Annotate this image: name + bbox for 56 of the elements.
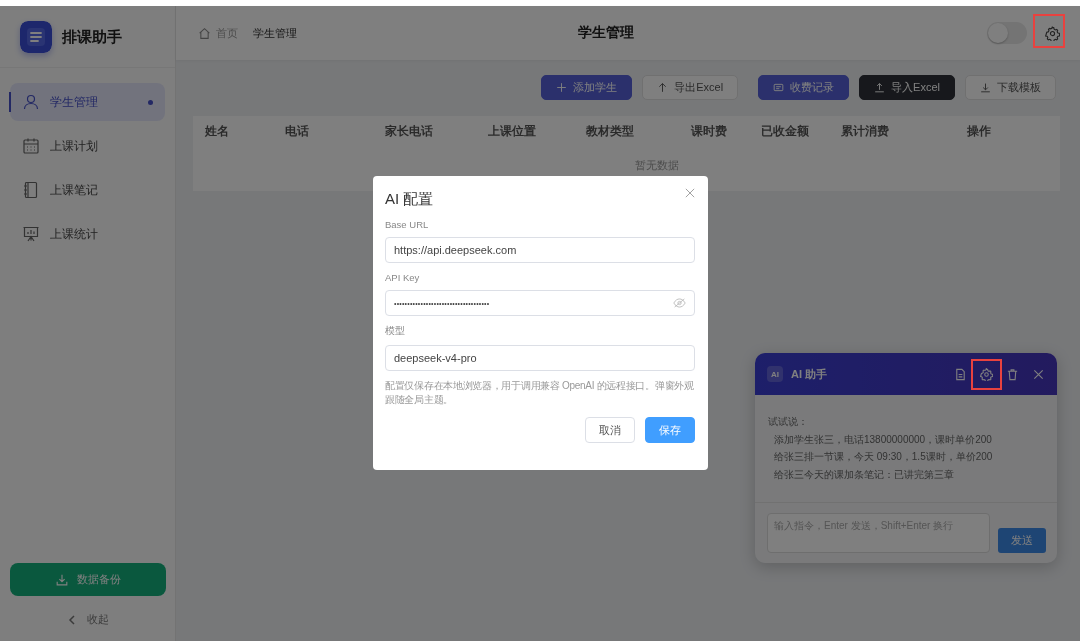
example-prompt[interactable]: 给张三今天的课加条笔记：已讲完第三章 [768, 465, 1044, 483]
receipt-icon [773, 82, 785, 93]
toolbar-button[interactable]: 收费记录 [758, 75, 850, 100]
column-header: 教材类型 [586, 123, 635, 139]
sidebar-item[interactable]: 学生管理 [10, 83, 165, 121]
dialog-title: AI 配置 [385, 190, 434, 209]
upload-icon [874, 82, 886, 93]
home-icon [198, 26, 211, 40]
sidebar-item[interactable]: 上课计划 [10, 127, 165, 165]
sidebar-item[interactable]: 上课统计 [10, 215, 165, 253]
chevron-left-icon [66, 614, 77, 625]
field-label: API Key [385, 272, 421, 283]
download-icon [980, 82, 991, 93]
input-field[interactable]: https://api.deepseek.com [385, 237, 695, 263]
assistant-title: AI 助手 [791, 366, 828, 382]
document-icon[interactable] [954, 367, 967, 381]
column-header: 电话 [285, 123, 310, 139]
collapse-button[interactable]: 收起 [60, 610, 115, 629]
column-header: 课时费 [691, 123, 728, 139]
arrow-up-icon [657, 82, 669, 93]
settings-icon[interactable] [1045, 25, 1060, 41]
column-header: 累计消费 [841, 123, 890, 139]
column-header: 上课位置 [488, 123, 537, 139]
notebook-icon [22, 181, 40, 199]
toolbar-button[interactable]: 添加学生 [541, 75, 633, 100]
hint-title: 试试说： [768, 415, 809, 429]
close-icon[interactable] [685, 188, 695, 198]
theme-toggle[interactable] [987, 22, 1027, 44]
column-header: 姓名 [205, 123, 230, 139]
user-icon [22, 93, 40, 111]
page-title: 学生管理 [578, 24, 634, 42]
backup-button[interactable]: 数据备份 [9, 563, 166, 596]
send-button[interactable]: 发送 [998, 528, 1046, 553]
trash-icon[interactable] [1006, 367, 1019, 381]
field-label: Base URL [385, 219, 430, 230]
easel-icon [22, 225, 40, 243]
column-header: 家长电话 [385, 123, 434, 139]
download-icon [54, 572, 69, 587]
save-button[interactable]: 保存 [645, 417, 695, 443]
field-label: 模型 [385, 325, 406, 338]
input-field[interactable]: deepseek-v4-pro [385, 345, 695, 371]
cancel-button[interactable]: 取消 [585, 417, 635, 443]
app-title: 排课助手 [62, 27, 122, 47]
toolbar-button[interactable]: 导出Excel [642, 75, 739, 100]
toolbar-button[interactable]: 导入Excel [859, 75, 955, 100]
plus-icon [556, 82, 568, 93]
logo-icon [20, 21, 52, 53]
close-icon[interactable] [1032, 367, 1045, 381]
breadcrumb-link[interactable]: 学生管理 [253, 25, 297, 41]
active-dot [148, 99, 153, 105]
calendar-icon [22, 137, 40, 155]
column-header: 操作 [966, 123, 992, 139]
sidebar-item[interactable]: 上课笔记 [10, 171, 165, 209]
column-header: 已收金额 [761, 123, 810, 139]
note-text: 配置仅保存在本地浏览器，用于调用兼容 OpenAI 的远程接口。弹窗外观跟随全局主题。 [385, 379, 695, 407]
toolbar-button[interactable]: 下载模板 [965, 75, 1056, 100]
